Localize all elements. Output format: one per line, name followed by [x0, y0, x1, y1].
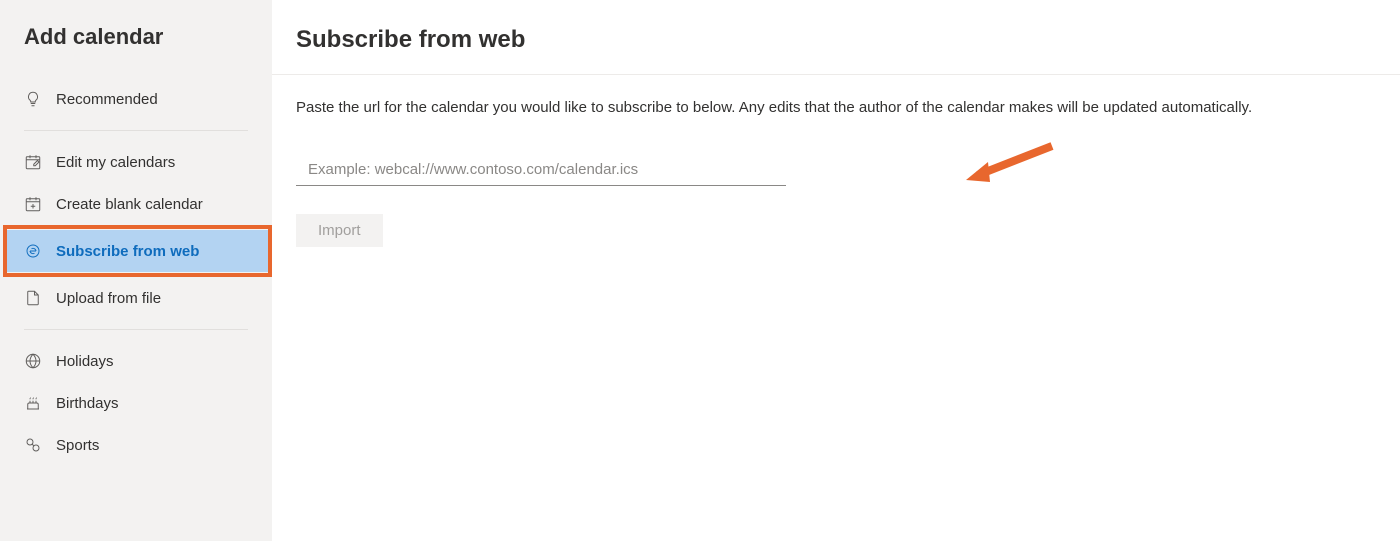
cake-icon: [24, 394, 42, 412]
sidebar-item-create-blank-calendar[interactable]: Create blank calendar: [0, 183, 272, 225]
web-sync-icon: [24, 242, 42, 260]
annotation-arrow-icon: [964, 140, 1056, 186]
sidebar-item-label: Birthdays: [56, 395, 119, 412]
sidebar-section-1: Edit my calendars Create blank calendar …: [0, 131, 272, 329]
sidebar-item-label: Sports: [56, 437, 99, 454]
sidebar-item-subscribe-from-web[interactable]: Subscribe from web: [7, 230, 268, 272]
sidebar-item-birthdays[interactable]: Birthdays: [0, 382, 272, 424]
globe-icon: [24, 352, 42, 370]
add-calendar-icon: [24, 195, 42, 213]
page-title: Subscribe from web: [296, 26, 1376, 74]
sidebar-item-label: Edit my calendars: [56, 154, 175, 171]
sidebar-item-holidays[interactable]: Holidays: [0, 340, 272, 382]
sidebar-title: Add calendar: [0, 24, 272, 68]
annotation-highlight-frame: Subscribe from web: [3, 225, 272, 277]
sidebar-item-label: Recommended: [56, 91, 158, 108]
sidebar-item-upload-from-file[interactable]: Upload from file: [0, 277, 272, 319]
sidebar-item-edit-my-calendars[interactable]: Edit my calendars: [0, 141, 272, 183]
sidebar-section-0: Recommended: [0, 68, 272, 130]
import-button[interactable]: Import: [296, 214, 383, 247]
sidebar-item-recommended[interactable]: Recommended: [0, 78, 272, 120]
sidebar-item-label: Create blank calendar: [56, 196, 203, 213]
file-icon: [24, 289, 42, 307]
sidebar-item-label: Upload from file: [56, 290, 161, 307]
page-description: Paste the url for the calendar you would…: [296, 97, 1376, 118]
edit-calendar-icon: [24, 153, 42, 171]
main-divider: [272, 74, 1400, 75]
sidebar-item-label: Subscribe from web: [56, 243, 199, 260]
sidebar-section-2: Holidays Birthdays Sports: [0, 330, 272, 476]
calendar-url-input[interactable]: [296, 154, 786, 186]
lightbulb-icon: [24, 90, 42, 108]
sidebar-item-label: Holidays: [56, 353, 114, 370]
main-content: Subscribe from web Paste the url for the…: [272, 0, 1400, 541]
sidebar: Add calendar Recommended Edit my calenda…: [0, 0, 272, 541]
sidebar-item-sports[interactable]: Sports: [0, 424, 272, 466]
sports-icon: [24, 436, 42, 454]
